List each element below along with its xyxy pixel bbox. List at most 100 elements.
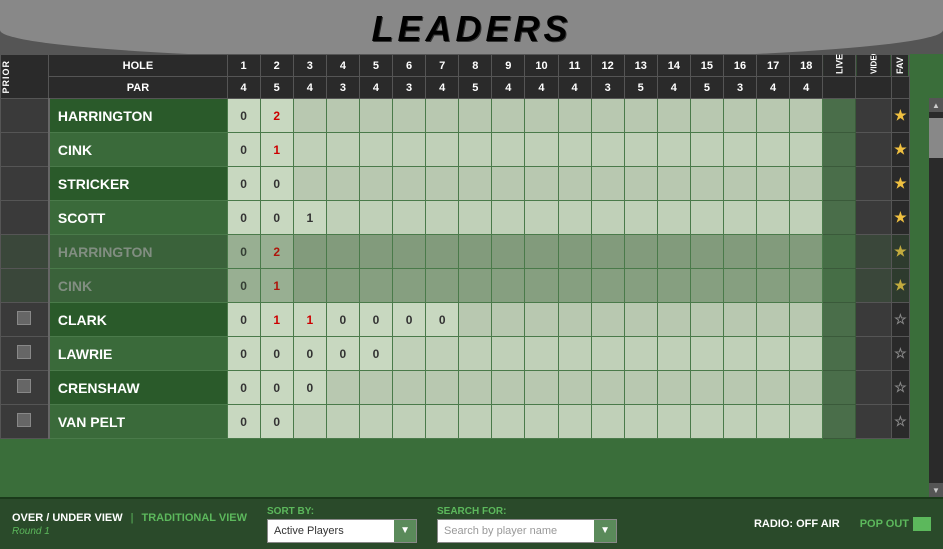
score-cell-11: [558, 99, 591, 133]
search-input-container[interactable]: Search by player name ▼: [437, 519, 617, 543]
score-cell-12: [591, 269, 624, 303]
table-row: SCOTT001★: [1, 201, 943, 235]
score-cell-7: [426, 235, 459, 269]
score-cell-9: [492, 371, 525, 405]
score-cell-11: [558, 167, 591, 201]
score-cell-18: [790, 201, 823, 235]
score-cell-10: [525, 371, 558, 405]
fav-cell[interactable]: ★: [891, 133, 909, 167]
fav-cell[interactable]: ★: [891, 201, 909, 235]
score-cell-15: [690, 167, 723, 201]
score-cell-6: [393, 337, 426, 371]
checkbox-cell[interactable]: [1, 405, 49, 439]
player-name: CINK: [49, 269, 227, 303]
favorite-star[interactable]: ★: [894, 107, 907, 123]
score-cell-15: [690, 235, 723, 269]
fav-cell[interactable]: ★: [891, 167, 909, 201]
sort-dropdown-arrow[interactable]: ▼: [394, 520, 416, 542]
hole-18: 18: [790, 55, 823, 77]
fav-cell[interactable]: ☆: [891, 371, 909, 405]
footer-search: SEARCH FOR: Search by player name ▼: [437, 506, 617, 543]
favorite-star[interactable]: ☆: [894, 413, 907, 429]
checkbox-cell[interactable]: [1, 337, 49, 371]
score-cell-2: 2: [260, 235, 293, 269]
score-cell-18: [790, 337, 823, 371]
popout-button[interactable]: POP OUT: [860, 517, 931, 531]
checkbox-cell[interactable]: [1, 303, 49, 337]
score-cell-3: 1: [293, 303, 326, 337]
par-18: 4: [790, 77, 823, 99]
favorite-star[interactable]: ★: [894, 243, 907, 259]
checkbox[interactable]: [17, 379, 31, 393]
score-cell-18: [790, 405, 823, 439]
scroll-up-arrow[interactable]: ▲: [929, 98, 943, 112]
favorite-star[interactable]: ☆: [894, 345, 907, 361]
score-cell-15: [690, 133, 723, 167]
video-cell: [856, 99, 892, 133]
checkbox-cell: [1, 133, 49, 167]
live-cell: [823, 133, 856, 167]
score-cell-10: [525, 405, 558, 439]
sort-value: Active Players: [268, 525, 394, 537]
footer-views: OVER / UNDER VIEW | TRADITIONAL VIEW Rou…: [12, 512, 247, 537]
scroll-down-arrow[interactable]: ▼: [929, 483, 943, 497]
traditional-view-link[interactable]: TRADITIONAL VIEW: [141, 512, 247, 524]
score-cell-6: [393, 269, 426, 303]
score-cell-5: [359, 201, 392, 235]
scrollbar[interactable]: ▲ ▼: [929, 98, 943, 497]
score-cell-13: [624, 405, 657, 439]
favorite-star[interactable]: ★: [894, 175, 907, 191]
score-cell-10: [525, 303, 558, 337]
score-cell-18: [790, 235, 823, 269]
par-10: 4: [525, 77, 558, 99]
fav-cell[interactable]: ★: [891, 235, 909, 269]
fav-cell[interactable]: ☆: [891, 405, 909, 439]
checkbox-cell[interactable]: [1, 371, 49, 405]
score-cell-11: [558, 303, 591, 337]
score-cell-13: [624, 133, 657, 167]
fav-cell[interactable]: ☆: [891, 337, 909, 371]
score-cell-17: [757, 269, 790, 303]
checkbox-cell: [1, 269, 49, 303]
fav-cell[interactable]: ★: [891, 99, 909, 133]
live-cell: [823, 405, 856, 439]
score-cell-11: [558, 235, 591, 269]
score-cell-4: [326, 371, 359, 405]
favorite-star[interactable]: ☆: [894, 311, 907, 327]
score-cell-10: [525, 201, 558, 235]
score-cell-8: [459, 133, 492, 167]
score-cell-10: [525, 167, 558, 201]
score-cell-4: [326, 133, 359, 167]
search-dropdown-arrow[interactable]: ▼: [594, 520, 616, 542]
footer-sort: SORT BY: Active Players ▼: [267, 506, 417, 543]
score-cell-15: [690, 337, 723, 371]
score-cell-9: [492, 405, 525, 439]
over-under-view-link[interactable]: OVER / UNDER VIEW: [12, 512, 123, 524]
hole-11: 11: [558, 55, 591, 77]
favorite-star[interactable]: ★: [894, 277, 907, 293]
sort-select[interactable]: Active Players ▼: [267, 519, 417, 543]
sort-label: SORT BY:: [267, 506, 417, 517]
score-cell-2: 0: [260, 405, 293, 439]
hole-5: 5: [359, 55, 392, 77]
score-cell-16: [723, 269, 756, 303]
player-name: HARRINGTON: [49, 99, 227, 133]
search-placeholder: Search by player name: [438, 525, 594, 537]
score-cell-13: [624, 337, 657, 371]
live-cell: [823, 303, 856, 337]
favorite-star[interactable]: ★: [894, 141, 907, 157]
checkbox[interactable]: [17, 345, 31, 359]
fav-cell[interactable]: ★: [891, 269, 909, 303]
favorite-star[interactable]: ★: [894, 209, 907, 225]
score-cell-4: [326, 99, 359, 133]
favorite-star[interactable]: ☆: [894, 379, 907, 395]
fav-cell[interactable]: ☆: [891, 303, 909, 337]
round-label: Round 1: [12, 526, 247, 537]
checkbox[interactable]: [17, 311, 31, 325]
score-cell-18: [790, 133, 823, 167]
score-cell-4: [326, 405, 359, 439]
checkbox[interactable]: [17, 413, 31, 427]
live-cell: [823, 167, 856, 201]
scrollbar-thumb[interactable]: [929, 118, 943, 158]
score-cell-18: [790, 269, 823, 303]
